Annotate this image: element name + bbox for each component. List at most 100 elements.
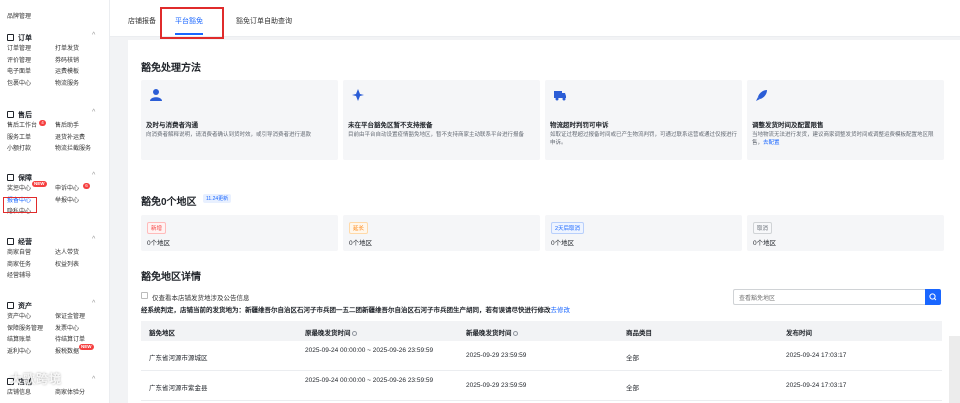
sidebar-group-header[interactable]: 资产 ^ [0, 300, 109, 312]
stat-value: 0个地区 [551, 240, 575, 247]
sidebar-item[interactable]: 运费模板 [55, 67, 109, 79]
column-header: 新最晚发货时间 [466, 327, 518, 337]
pin-icon [352, 89, 364, 101]
sidebar-item[interactable]: 商家任务 [7, 260, 55, 272]
sidebar-item[interactable]: 达人带货 [55, 248, 109, 260]
table-cell: 全部 [626, 355, 639, 362]
sidebar-item[interactable]: 电子面单 [7, 67, 55, 79]
scrollbar[interactable] [949, 336, 960, 403]
truck-icon [554, 91, 566, 101]
sidebar-item[interactable]: 售后工作台 4 [7, 120, 55, 133]
help-icon[interactable] [512, 330, 518, 336]
column-header: 豁免地区 [149, 330, 175, 337]
column-header: 发布时间 [786, 330, 812, 337]
sidebar-item[interactable]: 发票中心 [55, 324, 109, 336]
search-button[interactable] [925, 289, 941, 305]
sidebar-item[interactable]: 包裹中心 [7, 79, 55, 91]
chevron-up-icon[interactable]: ^ [92, 300, 95, 307]
sidebar-item[interactable]: 商家自营 [7, 248, 55, 260]
sidebar-item[interactable]: 退货补运费 [55, 133, 109, 145]
stat-value: 0个地区 [349, 240, 373, 247]
sidebar-item[interactable]: 服务工单 [7, 133, 55, 145]
status-badge: 取消 [753, 222, 773, 234]
stat-card-cancel: 取消 0个地区 [747, 215, 944, 251]
stat-value: 0个地区 [753, 240, 777, 247]
sidebar-group-header[interactable]: 订单 ^ [0, 32, 109, 44]
sidebar-item[interactable]: 经营辅导 [7, 271, 55, 283]
user-icon [150, 89, 162, 101]
group-title: 资产 [18, 303, 32, 310]
sidebar-item[interactable]: 奖惩中心 NEW [7, 181, 55, 196]
table-cell: 2025-09-24 17:03:17 [786, 352, 847, 359]
sidebar-item[interactable]: 商家体验分 [55, 388, 109, 400]
sidebar-item[interactable]: 物流拦截服务 [55, 144, 109, 156]
sidebar-item[interactable]: 小额打款 [7, 144, 55, 156]
sidebar-group-orders: 订单 ^ 订单管理 打单发货 评价管理 券码核销 电子面单 运费模板 包裹中心 … [0, 32, 109, 91]
chevron-up-icon[interactable]: ^ [92, 172, 95, 179]
group-title: 售后 [18, 112, 32, 119]
section-title: 豁免地区详情 [141, 272, 201, 283]
stat-card-extend: 延长 0个地区 [343, 215, 540, 251]
method-card: 未在平台豁免区暂不支持报备 目前由平台自动设置疫情豁免地区，暂不支持商家主动联系… [343, 80, 540, 160]
card-desc: 当地物流无法进行发货，建议商家调整发货时间或调整运费模板配置地区限售，去配置 [752, 132, 934, 146]
update-tag: 11.24更新 [203, 194, 232, 203]
sidebar-item[interactable]: 报税数据 NEW [55, 343, 109, 359]
tab-exempt-order-query[interactable]: 豁免订单自助查询 [236, 16, 292, 26]
chevron-up-icon[interactable]: ^ [92, 109, 95, 116]
orders-icon [7, 34, 14, 41]
sidebar-group-header[interactable]: 保障 ^ [0, 172, 109, 184]
chevron-up-icon[interactable]: ^ [92, 236, 95, 243]
column-header: 商品类目 [626, 330, 652, 337]
table-cell: 全部 [626, 385, 639, 392]
card-title: 物流超时判罚可申诉 [550, 122, 609, 129]
sidebar-item[interactable]: 返利中心 [7, 347, 55, 359]
chevron-up-icon[interactable]: ^ [92, 32, 95, 39]
edit-link[interactable]: 去修改 [551, 307, 571, 314]
tab-store-report[interactable]: 店铺报备 [128, 16, 156, 26]
business-icon [7, 238, 14, 245]
sidebar-item[interactable]: 券码核销 [55, 56, 109, 68]
sidebar-item[interactable]: 举报中心 [55, 196, 109, 208]
sidebar-item[interactable]: 结算账单 [7, 335, 55, 347]
table-cell: 广东省河源市源城区 [149, 355, 208, 362]
sidebar-item[interactable]: 保证金管理 [55, 312, 109, 324]
sidebar-item[interactable]: 打单发货 [55, 44, 109, 56]
sidebar: 品牌管理 订单 ^ 订单管理 打单发货 评价管理 券码核销 电子面单 运费模板 … [0, 0, 110, 403]
sidebar-item[interactable]: 售后助手 [55, 121, 109, 133]
status-badge: 延长 [349, 222, 369, 234]
sidebar-item[interactable]: 店铺信息 [7, 388, 55, 400]
table-row: 广东省河源市源城区 2025-09-24 00:00:00 ~ 2025-09-… [141, 341, 942, 371]
sidebar-group-aftersale: 售后 ^ 售后工作台 4 售后助手 服务工单 退货补运费 小额打款 物流拦截服务 [0, 109, 109, 156]
method-card: 物流超时判罚可申诉 如取证过程超过报备时间或已产生物流判罚，可通过联系运营或通过… [545, 80, 742, 160]
table-cell: 2025-09-29 23:59:59 [466, 382, 527, 389]
rocket-icon [756, 90, 767, 101]
sidebar-item[interactable]: 物流服务 [55, 79, 109, 91]
sidebar-item[interactable]: 权益列表 [55, 260, 109, 272]
search-input[interactable] [733, 289, 926, 305]
sidebar-item[interactable]: 订单管理 [7, 44, 55, 56]
table-cell: 广东省河源市紫金县 [149, 385, 208, 392]
highlight-box [3, 197, 37, 213]
sidebar-group-header[interactable]: 经营 ^ [0, 236, 109, 248]
section-title: 豁免0个地区 [141, 197, 197, 208]
stat-card-cancel-soon: 2天后取消 0个地区 [545, 215, 742, 251]
sidebar-item[interactable]: 保障服务管理 [7, 324, 55, 336]
main-panel: 豁免处理方法 及时与消费者沟通 向消费者解释说明，请消费者确认到货时效，或引导消… [128, 40, 960, 403]
sidebar-item[interactable]: 评价管理 [7, 56, 55, 68]
sidebar-item-brand[interactable]: 品牌管理 [7, 11, 31, 20]
method-card: 调整发货时间及配置限售 当地物流无法进行发货，建议商家调整发货时间或调整运费模板… [747, 80, 944, 160]
sidebar-item[interactable]: 资产中心 [7, 312, 55, 324]
help-icon[interactable] [351, 330, 357, 336]
configure-link[interactable]: 去配置 [763, 140, 780, 146]
tab-bar: 店铺报备 平台豁免 豁免订单自助查询 [110, 0, 960, 39]
sidebar-item[interactable]: 申诉中心 6 [55, 183, 109, 196]
sidebar-group-header[interactable]: 售后 ^ [0, 109, 109, 121]
sidebar-group-business: 经营 ^ 商家自营 达人带货 商家任务 权益列表 经营辅导 [0, 236, 109, 283]
card-title: 调整发货时间及配置限售 [752, 122, 824, 129]
chevron-up-icon[interactable]: ^ [92, 376, 95, 383]
new-badge: NEW [79, 343, 94, 350]
table-header: 豁免地区 原最晚发货时间 新最晚发货时间 商品类目 发布时间 [141, 321, 942, 341]
method-card: 及时与消费者沟通 向消费者解释说明，请消费者确认到货时效，或引导消费者进行退款 [141, 80, 338, 160]
table-cell: 2025-09-24 17:03:17 [786, 382, 847, 389]
filter-checkbox[interactable] [141, 292, 148, 299]
